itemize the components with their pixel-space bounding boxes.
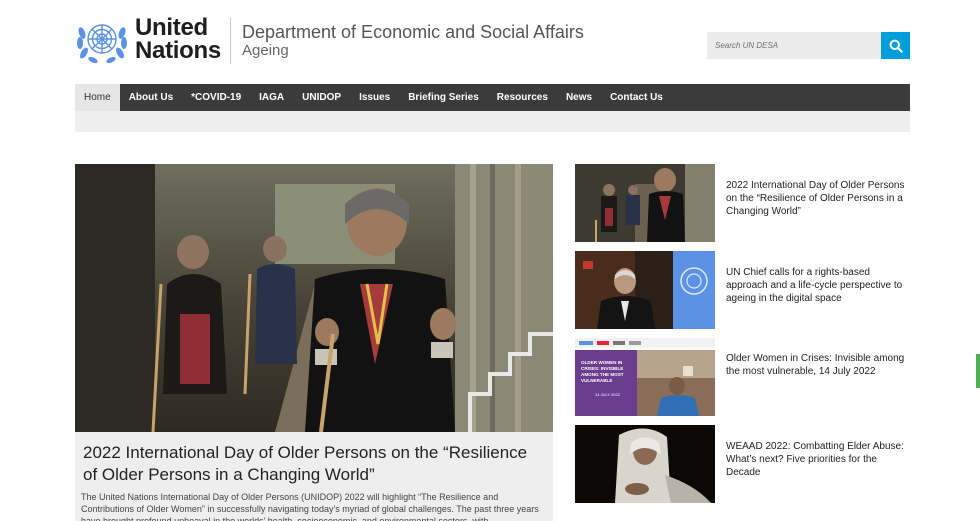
search-bar: [707, 32, 910, 59]
nav-news[interactable]: News: [557, 84, 601, 111]
side-story-thumbnail[interactable]: [575, 425, 715, 503]
nav-home[interactable]: Home: [75, 84, 120, 111]
side-story-title[interactable]: UN Chief calls for a rights-based approa…: [726, 266, 910, 305]
main-nav: Home About Us *COVID-19 IAGA UNIDOP Issu…: [75, 84, 910, 111]
svg-text:OLDER WOMEN IN: OLDER WOMEN IN: [581, 360, 623, 365]
section-subtitle: Ageing: [242, 42, 289, 59]
nav-briefing-series[interactable]: Briefing Series: [399, 84, 488, 111]
search-input[interactable]: [707, 32, 881, 59]
site-header: United Nations Department of Economic an…: [75, 14, 910, 70]
svg-text:AMONG THE MOST: AMONG THE MOST: [581, 372, 624, 377]
side-story-title[interactable]: 2022 International Day of Older Persons …: [726, 179, 910, 218]
svg-text:14 JULY 2022: 14 JULY 2022: [595, 392, 621, 397]
side-story[interactable]: 2022 International Day of Older Persons …: [575, 164, 910, 242]
side-story-title[interactable]: WEAAD 2022: Combatting Elder Abuse: What…: [726, 440, 910, 479]
nav-about-us[interactable]: About Us: [120, 84, 182, 111]
featured-story[interactable]: 2022 International Day of Older Persons …: [75, 164, 553, 521]
nav-contact-us[interactable]: Contact Us: [601, 84, 672, 111]
svg-text:CRISES: INVISIBLE: CRISES: INVISIBLE: [581, 366, 623, 371]
nav-unidop[interactable]: UNIDOP: [293, 84, 350, 111]
header-divider: [230, 18, 231, 64]
featured-story-title[interactable]: 2022 International Day of Older Persons …: [83, 442, 545, 486]
featured-story-summary: The United Nations International Day of …: [81, 492, 539, 521]
nav-iaga[interactable]: IAGA: [250, 84, 293, 111]
side-story-title[interactable]: Older Women in Crises: Invisible among t…: [726, 352, 910, 378]
brand-line-1: United: [135, 14, 208, 41]
nav-issues[interactable]: Issues: [350, 84, 399, 111]
side-story[interactable]: OLDER WOMEN IN CRISES: INVISIBLE AMONG T…: [575, 338, 910, 416]
search-icon: [889, 39, 903, 53]
subnav-bar: [75, 111, 910, 132]
featured-story-image[interactable]: [75, 164, 553, 432]
feedback-tab[interactable]: [976, 354, 980, 388]
side-story[interactable]: WEAAD 2022: Combatting Elder Abuse: What…: [575, 425, 910, 503]
side-story-thumbnail[interactable]: [575, 164, 715, 242]
svg-text:VULNERABLE: VULNERABLE: [581, 378, 612, 383]
side-story-thumbnail[interactable]: [575, 251, 715, 329]
department-title[interactable]: Department of Economic and Social Affair…: [242, 22, 584, 43]
nav-covid-19[interactable]: *COVID-19: [182, 84, 250, 111]
un-wordmark[interactable]: United Nations: [135, 14, 221, 64]
search-button[interactable]: [881, 32, 910, 59]
side-story-thumbnail[interactable]: OLDER WOMEN IN CRISES: INVISIBLE AMONG T…: [575, 338, 715, 416]
side-story[interactable]: UN Chief calls for a rights-based approa…: [575, 251, 910, 329]
nav-resources[interactable]: Resources: [488, 84, 557, 111]
brand-line-2: Nations: [135, 37, 221, 64]
un-emblem-icon[interactable]: [75, 17, 129, 65]
